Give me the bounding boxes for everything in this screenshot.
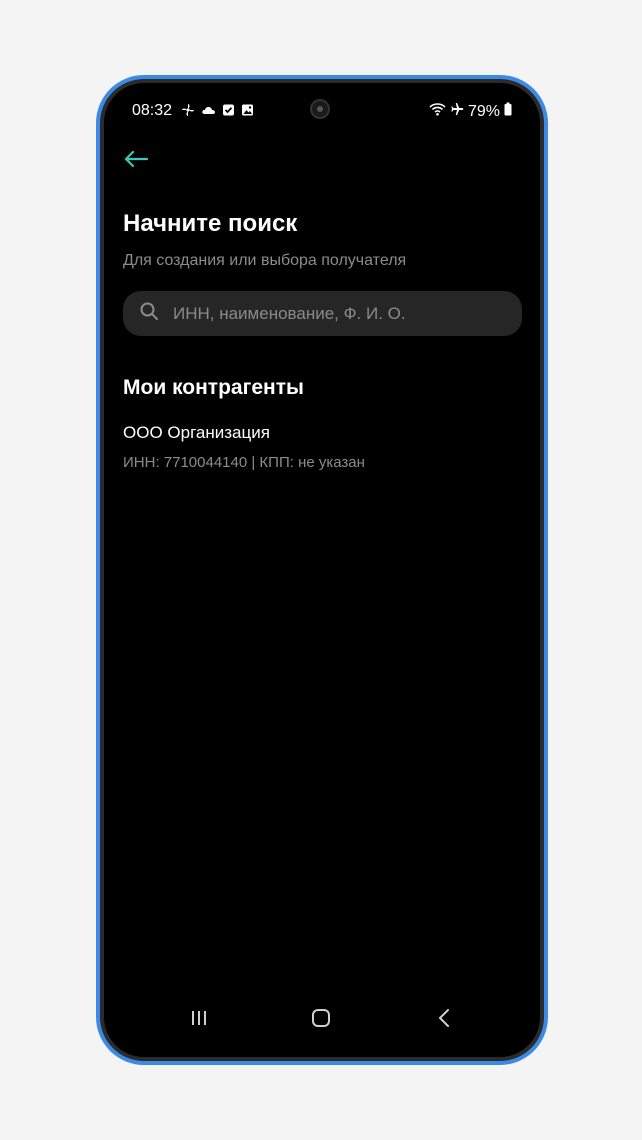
status-right: 79% (429, 102, 512, 121)
notification-icons (181, 103, 254, 117)
counterparty-name: ООО Организация (123, 423, 270, 442)
section-title: Мои контрагенты (123, 376, 304, 399)
checkbox-icon (222, 103, 235, 117)
page-title: Начните поиск (123, 210, 298, 237)
system-back-button[interactable] (424, 1005, 464, 1035)
recent-apps-icon (189, 1009, 209, 1032)
battery-icon (504, 102, 512, 121)
page-subtitle: Для создания или выбора получателя (123, 252, 407, 269)
counterparty-item[interactable]: ООО Организация ИНН: 7710044140 | КПП: н… (123, 423, 523, 471)
search-input[interactable] (171, 302, 522, 325)
arrow-left-icon (123, 149, 149, 174)
wifi-icon (429, 102, 446, 121)
search-icon (139, 301, 159, 326)
counterparty-details: ИНН: 7710044140 | КПП: не указан (123, 454, 365, 471)
gallery-icon (241, 103, 254, 117)
airplane-icon (450, 102, 464, 121)
cloud-icon (201, 103, 216, 117)
home-icon (311, 1008, 331, 1033)
device-frame: 08:32 79% Начните поиск Для создания или… (96, 75, 548, 1065)
search-box[interactable] (123, 291, 522, 336)
fan-icon (181, 103, 195, 117)
recent-apps-button[interactable] (179, 1005, 219, 1035)
app-screen: 08:32 79% Начните поиск Для создания или… (104, 83, 540, 1057)
back-nav-icon (437, 1008, 451, 1033)
back-button[interactable] (120, 145, 152, 177)
system-nav-bar (104, 1005, 540, 1035)
home-button[interactable] (301, 1005, 341, 1035)
battery-percent: 79% (467, 102, 500, 120)
status-time: 08:32 (132, 102, 173, 119)
status-bar: 08:32 79% (104, 99, 540, 121)
device-bezel: 08:32 79% Начните поиск Для создания или… (100, 79, 544, 1061)
front-camera (310, 99, 330, 119)
